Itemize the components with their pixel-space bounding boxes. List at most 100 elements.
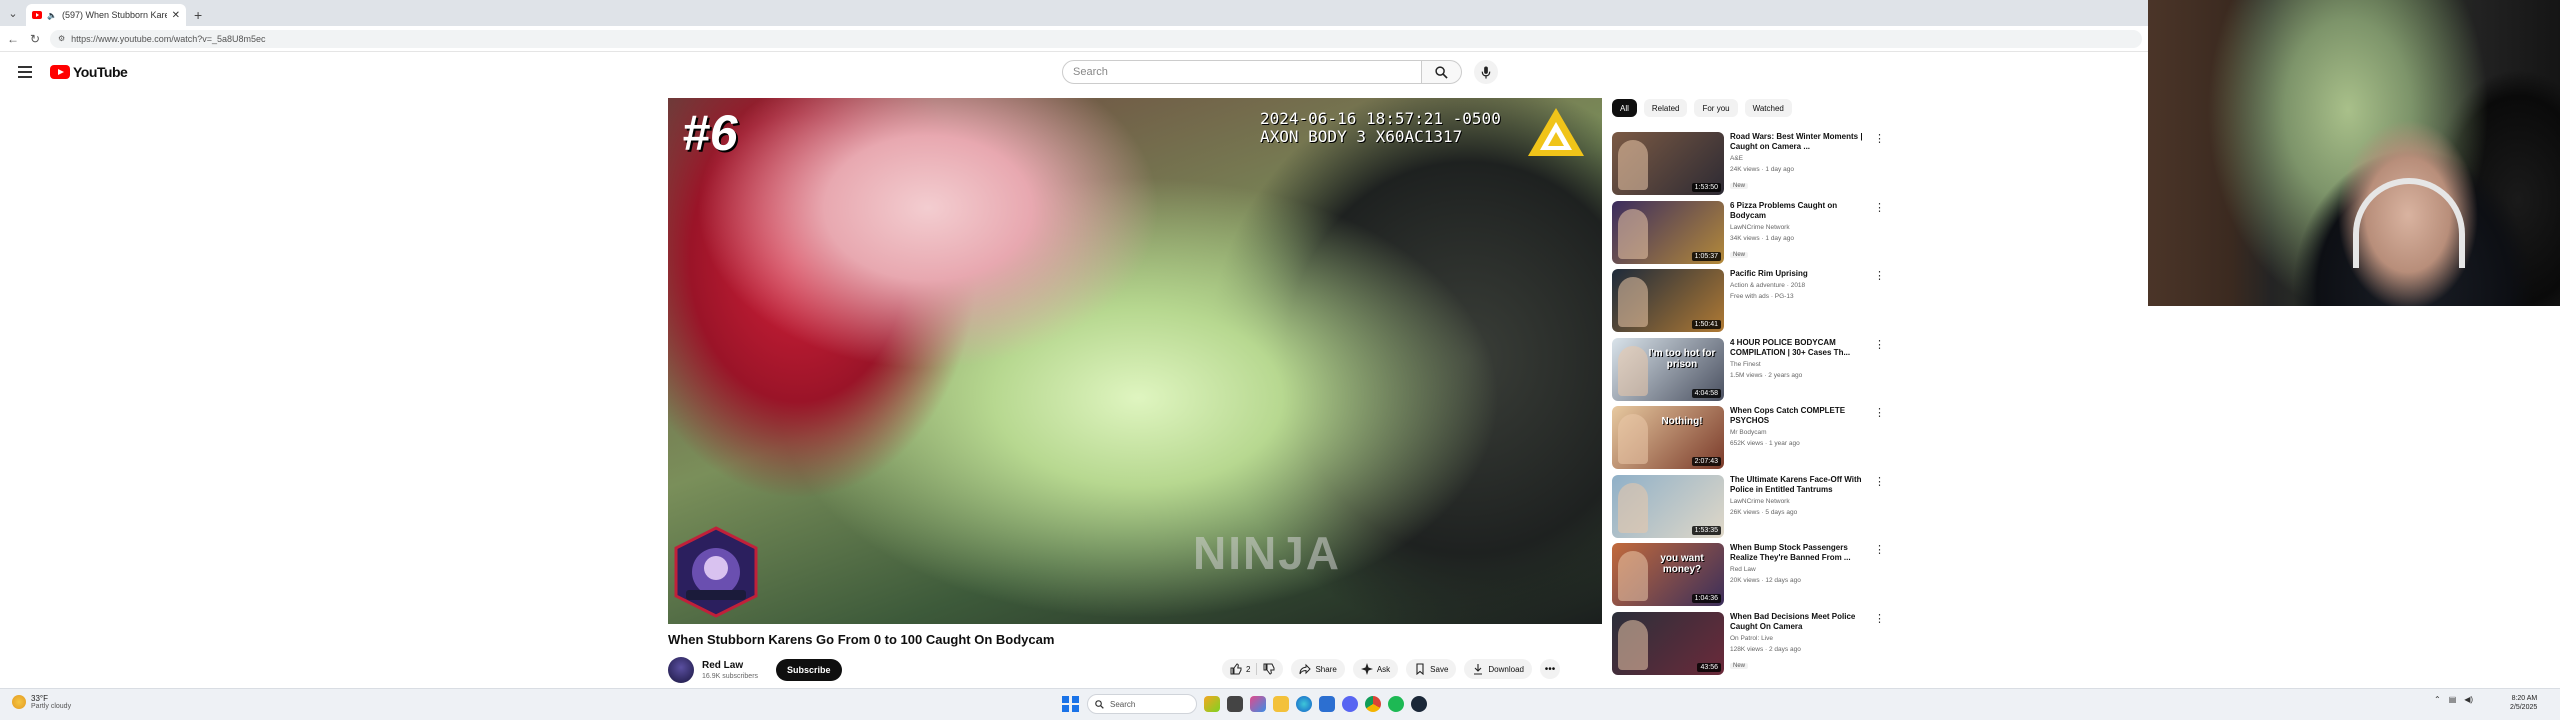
- recommendation-channel[interactable]: LawNCrime Network: [1730, 223, 1868, 232]
- more-actions-button[interactable]: •••: [1539, 659, 1560, 679]
- recommendation-channel[interactable]: The Finest: [1730, 360, 1868, 369]
- url-field[interactable]: ⚙ https://www.youtube.com/watch?v=_5a8U8…: [50, 29, 2142, 48]
- video-thumbnail[interactable]: 1:53:50: [1612, 132, 1724, 195]
- file-explorer-icon[interactable]: [1273, 696, 1289, 712]
- clock-time: 8:20 AM: [2511, 695, 2538, 702]
- recommendation-title[interactable]: When Cops Catch COMPLETE PSYCHOS: [1730, 406, 1868, 426]
- video-player[interactable]: #6 2024-06-16 18:57:21 -0500 AXON BODY 3…: [668, 98, 1602, 624]
- download-button[interactable]: Download: [1464, 659, 1532, 679]
- thumb-down-icon[interactable]: [1263, 663, 1275, 675]
- recommendation-item[interactable]: Nothing! 2:07:43 When Cops Catch COMPLET…: [1612, 406, 1885, 474]
- new-tab-button[interactable]: +: [186, 4, 210, 26]
- tab-list-button[interactable]: ⌄: [0, 0, 26, 26]
- recommendation-title[interactable]: 4 HOUR POLICE BODYCAM COMPILATION | 30+ …: [1730, 338, 1868, 358]
- recommendation-channel[interactable]: On Patrol: Live: [1730, 634, 1868, 643]
- recommendation-item[interactable]: 1:53:50 Road Wars: Best Winter Moments |…: [1612, 132, 1885, 200]
- taskbar-search[interactable]: Search: [1087, 694, 1197, 714]
- taskbar-clock[interactable]: 8:20 AM 2/5/2025: [2510, 694, 2537, 712]
- recommendation-title[interactable]: 6 Pizza Problems Caught on Bodycam: [1730, 201, 1868, 221]
- recommendation-meta: 20K views · 12 days ago: [1730, 577, 1801, 584]
- edge-browser-icon[interactable]: [1296, 696, 1312, 712]
- spotify-app-icon[interactable]: [1388, 696, 1404, 712]
- search-input[interactable]: Search: [1062, 60, 1422, 84]
- more-vert-icon[interactable]: ⋮: [1874, 202, 1885, 214]
- like-button[interactable]: 2: [1222, 659, 1284, 679]
- recommendation-meta: 26K views · 5 days ago: [1730, 508, 1798, 516]
- tray-expand-icon[interactable]: ⌃: [2434, 695, 2441, 704]
- recommendation-info: The Ultimate Karens Face-Off With Police…: [1730, 475, 1868, 543]
- recommendation-item[interactable]: 43:56 When Bad Decisions Meet Police Cau…: [1612, 611, 1885, 680]
- more-vert-icon[interactable]: ⋮: [1874, 476, 1885, 488]
- recommendation-item[interactable]: 1:53:35 The Ultimate Karens Face-Off Wit…: [1612, 474, 1885, 543]
- more-vert-icon[interactable]: ⋮: [1874, 408, 1885, 419]
- recommendation-item[interactable]: I'm too hot for prison 4:04:58 4 HOUR PO…: [1612, 337, 1885, 406]
- menu-icon[interactable]: [18, 66, 32, 78]
- more-vert-icon[interactable]: ⋮: [1874, 339, 1885, 351]
- recommendation-title[interactable]: Pacific Rim Uprising: [1730, 269, 1868, 279]
- recommendation-item[interactable]: 1:50:41 Pacific Rim Uprising Action & ad…: [1612, 269, 1885, 337]
- chip-for-you[interactable]: For you: [1694, 99, 1738, 117]
- video-thumbnail[interactable]: I'm too hot for prison 4:04:58: [1612, 337, 1724, 401]
- site-info-icon[interactable]: ⚙: [58, 34, 65, 43]
- voice-search-button[interactable]: [1474, 60, 1498, 84]
- thumbnail-person: [1618, 414, 1648, 464]
- thumbnail-caption: you want money?: [1660, 553, 1704, 575]
- chip-all[interactable]: All: [1612, 99, 1637, 117]
- recommendation-channel[interactable]: LawNCrime Network: [1730, 497, 1868, 506]
- more-vert-icon[interactable]: ⋮: [1874, 134, 1885, 145]
- chip-related[interactable]: Related: [1643, 99, 1688, 117]
- volume-icon[interactable]: ◀): [2464, 695, 2473, 704]
- video-thumbnail[interactable]: 1:05:37: [1612, 200, 1724, 264]
- recommendation-item[interactable]: you want money? 1:04:36 When Bump Stock …: [1612, 543, 1885, 611]
- close-tab-icon[interactable]: ✕: [172, 10, 180, 21]
- recommendation-info: When Bump Stock Passengers Realize They'…: [1730, 543, 1868, 611]
- back-icon[interactable]: ←: [6, 32, 20, 46]
- task-view-icon[interactable]: [1227, 696, 1243, 712]
- network-icon[interactable]: ▤: [2449, 695, 2457, 704]
- video-actions: 2 Share Ask Save Download •••: [1222, 658, 1560, 680]
- channel-avatar[interactable]: [668, 657, 694, 683]
- thumbnail-person: [1618, 277, 1648, 327]
- search-button[interactable]: [1422, 60, 1462, 84]
- channel-badge-icon: [674, 526, 758, 618]
- video-thumbnail[interactable]: 43:56: [1612, 611, 1724, 675]
- windows-start-icon[interactable]: [1062, 695, 1080, 713]
- recommendation-channel[interactable]: Action & adventure · 2018: [1730, 281, 1868, 290]
- recommendation-channel[interactable]: Mr Bodycam: [1730, 428, 1868, 437]
- subscribe-button[interactable]: Subscribe: [776, 659, 842, 681]
- chrome-app-icon[interactable]: [1365, 696, 1381, 712]
- recommendation-title[interactable]: When Bad Decisions Meet Police Caught On…: [1730, 612, 1868, 632]
- share-button[interactable]: Share: [1291, 659, 1345, 679]
- video-thumbnail[interactable]: 1:50:41: [1612, 269, 1724, 332]
- steam-app-icon[interactable]: [1411, 696, 1427, 712]
- more-vert-icon[interactable]: ⋮: [1874, 613, 1885, 625]
- recommendation-title[interactable]: Road Wars: Best Winter Moments | Caught …: [1730, 132, 1868, 152]
- photos-app-icon[interactable]: [1250, 696, 1266, 712]
- discord-app-icon[interactable]: [1342, 696, 1358, 712]
- more-vert-icon[interactable]: ⋮: [1874, 545, 1885, 556]
- ask-button[interactable]: Ask: [1352, 659, 1399, 679]
- microphone-icon: [1481, 65, 1491, 79]
- youtube-logo[interactable]: YouTube: [50, 64, 128, 80]
- recommendation-title[interactable]: The Ultimate Karens Face-Off With Police…: [1730, 475, 1868, 495]
- recommendation-channel[interactable]: Red Law: [1730, 565, 1868, 574]
- widgets-app-icon[interactable]: [1204, 696, 1220, 712]
- reload-icon[interactable]: ↻: [28, 32, 42, 46]
- video-thumbnail[interactable]: 1:53:35: [1612, 474, 1724, 538]
- store-app-icon[interactable]: [1319, 696, 1335, 712]
- recommendation-title[interactable]: When Bump Stock Passengers Realize They'…: [1730, 543, 1868, 563]
- chip-watched[interactable]: Watched: [1744, 99, 1792, 117]
- recommendation-item[interactable]: 1:05:37 6 Pizza Problems Caught on Bodyc…: [1612, 200, 1885, 269]
- youtube-masthead: YouTube Search: [0, 52, 2148, 94]
- save-button[interactable]: Save: [1406, 659, 1457, 679]
- sparkle-icon: [1360, 663, 1373, 675]
- channel-name[interactable]: Red Law: [702, 660, 758, 671]
- taskbar: 33°F Partly cloudy Search ⌃ ▤ ◀) 8:20 AM…: [0, 688, 2560, 720]
- video-thumbnail[interactable]: you want money? 1:04:36: [1612, 543, 1724, 606]
- video-thumbnail[interactable]: Nothing! 2:07:43: [1612, 406, 1724, 469]
- more-vert-icon[interactable]: ⋮: [1874, 271, 1885, 282]
- weather-widget[interactable]: 33°F Partly cloudy: [12, 694, 71, 710]
- recommendation-channel[interactable]: A&E: [1730, 154, 1868, 163]
- browser-tab[interactable]: 🔈 (597) When Stubborn Karens ✕: [26, 4, 186, 26]
- address-bar-row: ← ↻ ⚙ https://www.youtube.com/watch?v=_5…: [0, 26, 2148, 52]
